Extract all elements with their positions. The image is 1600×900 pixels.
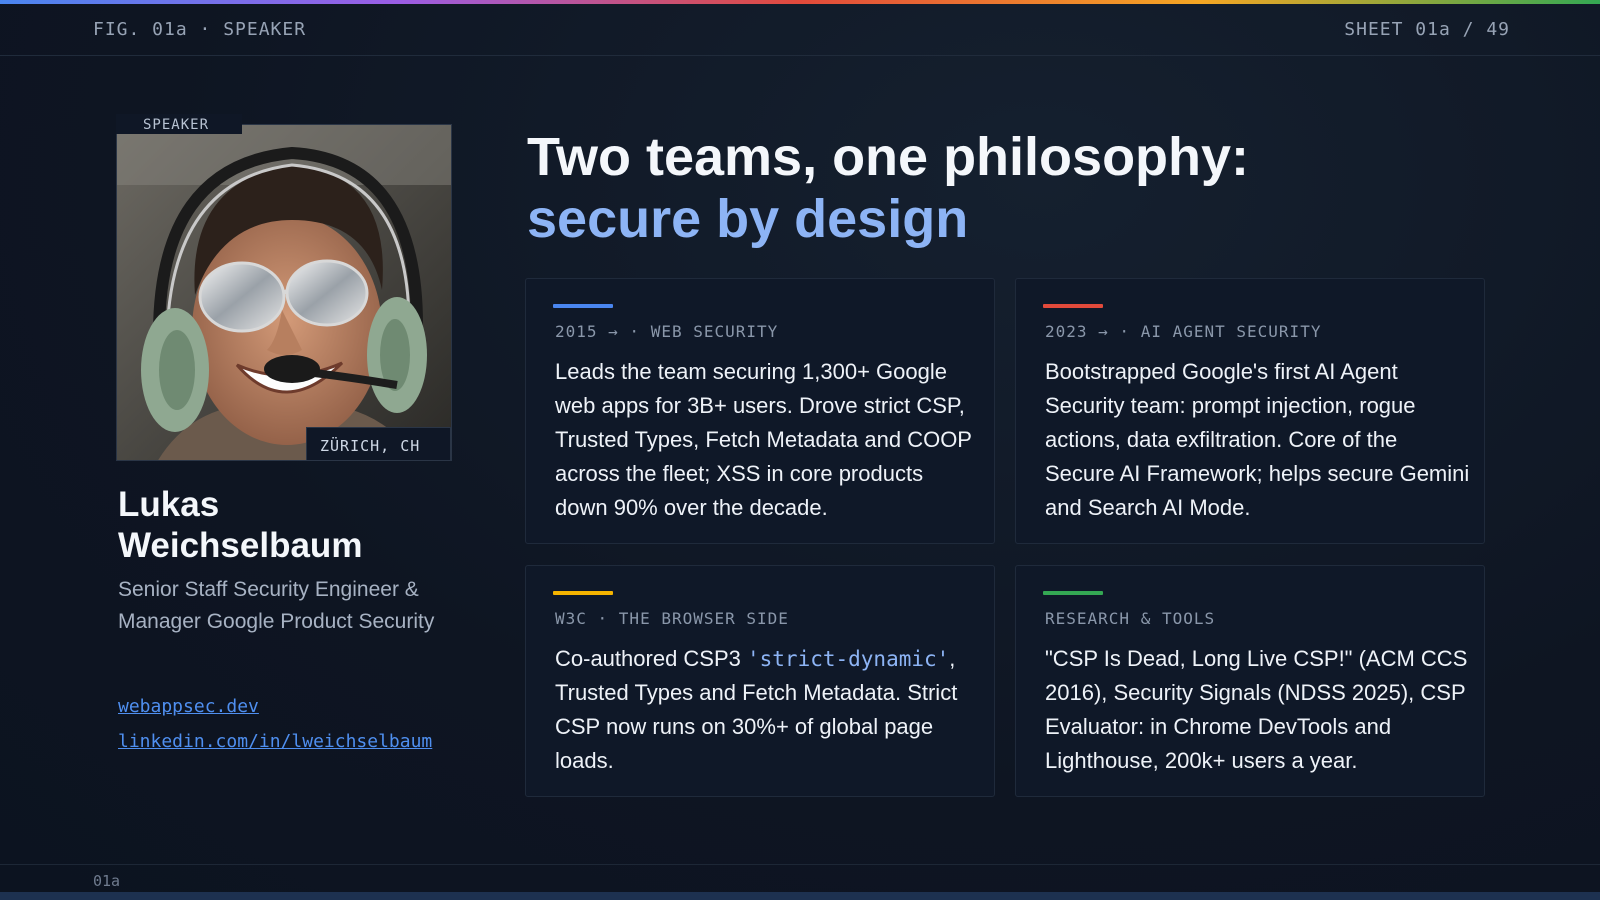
- card-accent-bar: [1043, 591, 1103, 595]
- card-body: Leads the team securing 1,300+ Google we…: [555, 359, 972, 520]
- speaker-name-last: Weichselbaum: [118, 526, 363, 565]
- card-body-text-start: Co-authored CSP3: [555, 646, 747, 671]
- card-kicker: 2015 → · WEB SECURITY: [555, 322, 779, 341]
- card-research-tools: RESEARCH & TOOLS "CSP Is Dead, Long Live…: [1015, 565, 1485, 797]
- headline-line1: Two teams, one philosophy:: [527, 127, 1250, 187]
- speaker-name: Lukas Weichselbaum: [118, 484, 458, 566]
- slide-number: 01a: [93, 872, 121, 890]
- figure-label: FIG. 01a · SPEAKER: [93, 19, 307, 40]
- card-accent-bar: [1043, 304, 1103, 308]
- linkedin-link[interactable]: linkedin.com/in/lweichselbaum: [118, 724, 432, 759]
- speaker-portrait-illustration: [117, 125, 451, 460]
- card-body: Co-authored CSP3 'strict-dynamic', Trust…: [555, 642, 980, 778]
- card-ai-agent-security: 2023 → · AI AGENT SECURITY Bootstrapped …: [1015, 278, 1485, 544]
- speaker-photo: [116, 124, 452, 461]
- speaker-links: webappsec.dev linkedin.com/in/lweichselb…: [118, 689, 432, 759]
- footer-divider: [0, 864, 1600, 865]
- card-accent-bar: [553, 304, 613, 308]
- card-w3c-browser: W3C · THE BROWSER SIDE Co-authored CSP3 …: [525, 565, 995, 797]
- bottom-bar: [0, 892, 1600, 900]
- card-web-security: 2015 → · WEB SECURITY Leads the team sec…: [525, 278, 995, 544]
- website-link[interactable]: webappsec.dev: [118, 689, 432, 724]
- location-tag: ZÜRICH, CH: [306, 427, 451, 461]
- card-accent-bar: [553, 591, 613, 595]
- slide-headline: Two teams, one philosophy: secure by des…: [527, 126, 1567, 250]
- speaker-name-first: Lukas: [118, 485, 220, 524]
- card-kicker: 2023 → · AI AGENT SECURITY: [1045, 322, 1322, 341]
- photo-tag: SPEAKER: [116, 114, 242, 134]
- sheet-label: SHEET 01a / 49: [1344, 19, 1510, 40]
- speaker-role-line2: Manager Google Product Security: [118, 610, 435, 633]
- slide-header: FIG. 01a · SPEAKER SHEET 01a / 49: [0, 4, 1600, 56]
- card-body: Bootstrapped Google's first AI Agent Sec…: [1045, 359, 1470, 520]
- card-body-code: 'strict-dynamic': [747, 647, 950, 671]
- card-kicker: W3C · THE BROWSER SIDE: [555, 609, 789, 628]
- card-body: "CSP Is Dead, Long Live CSP!" (ACM CCS 2…: [1045, 646, 1468, 773]
- speaker-role-line1: Senior Staff Security Engineer &: [118, 578, 419, 601]
- headline-line2: secure by design: [527, 189, 969, 249]
- speaker-role: Senior Staff Security Engineer & Manager…: [118, 574, 478, 638]
- card-kicker: RESEARCH & TOOLS: [1045, 609, 1216, 628]
